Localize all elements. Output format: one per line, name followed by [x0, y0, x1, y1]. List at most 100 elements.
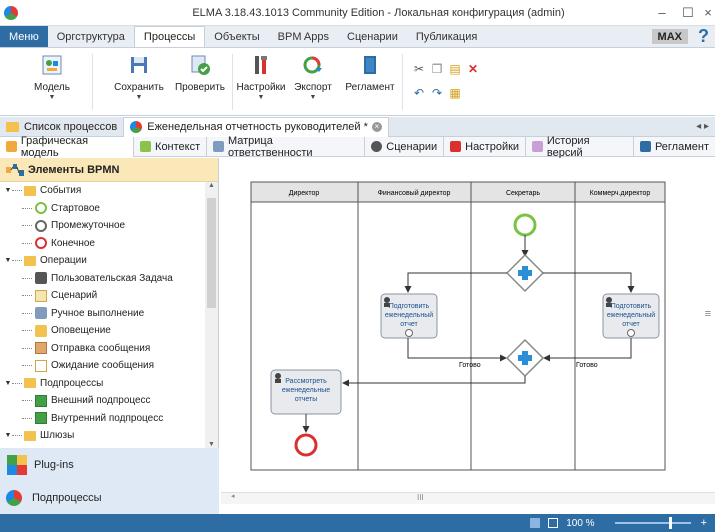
zoom-in-icon[interactable]: +	[701, 517, 707, 529]
wait-message-icon	[35, 359, 47, 372]
minimize-icon[interactable]: –	[649, 5, 675, 20]
lane-finance-director: Финансовый директор	[378, 189, 451, 197]
max-badge[interactable]: MAX	[651, 29, 688, 44]
close-tab-icon[interactable]: ×	[371, 122, 382, 132]
menu-scenarios[interactable]: Сценарии	[338, 26, 407, 47]
bpmn-elements-panel: Элементы BPMN ▼ События Стартовое Промежуто…	[0, 158, 219, 514]
menu-main[interactable]: Меню	[0, 26, 48, 47]
bpmn-diagram: Директор Финансовый директор Секретарь К…	[250, 181, 666, 471]
ribbon-toolbar: Модель ▼ Сохранить ▼ Проверить Настройки…	[0, 48, 715, 116]
tree-scrollbar[interactable]: ▲ ▼	[205, 182, 218, 448]
tree-item[interactable]: Пользовательская Задача	[0, 270, 205, 288]
paste-icon[interactable]: ▤	[448, 62, 462, 76]
folder-icon	[24, 255, 36, 266]
zoom-slider[interactable]	[614, 517, 691, 529]
tree-item[interactable]: Ручное выполнение	[0, 305, 205, 323]
menu-objects[interactable]: Объекты	[205, 26, 268, 47]
tab-scenarios[interactable]: Сценарии	[365, 136, 445, 157]
tree-folder[interactable]: ▼ Шлюзы	[0, 427, 205, 445]
tree-item[interactable]: Внешний подпроцесс	[0, 392, 205, 410]
tree-item-label: Шлюзы	[40, 430, 75, 442]
tree-item[interactable]: Конечное	[0, 235, 205, 253]
accordion-subprocesses[interactable]: Подпроцессы	[0, 481, 219, 514]
delete-icon[interactable]: ✕	[466, 62, 480, 76]
menu-publication[interactable]: Публикация	[407, 26, 486, 47]
tree-item-label: Ручное выполнение	[51, 307, 145, 319]
script-icon	[35, 289, 47, 302]
tree-folder[interactable]: ▼ Операции	[0, 252, 205, 270]
reglament-button[interactable]: Регламент	[340, 54, 400, 93]
model-button[interactable]: Модель ▼	[22, 54, 82, 101]
panel-header: Элементы BPMN	[0, 158, 218, 182]
tree-folder[interactable]: ▼ Подпроцессы	[0, 375, 205, 393]
tab-current-process[interactable]: Еженедельная отчетность руководителей * …	[123, 116, 389, 137]
check-button[interactable]: Проверить	[170, 54, 230, 93]
canvas-resize-handle[interactable]: ≡	[705, 308, 711, 320]
tabs-scroll-icon[interactable]: ◂ ▸	[690, 121, 715, 132]
canvas-hscrollbar[interactable]: ◂ III	[221, 492, 715, 504]
book-icon	[639, 141, 651, 152]
tree-item[interactable]: Ожидание сообщения	[0, 357, 205, 375]
settings-button[interactable]: Настройки ▼	[234, 54, 288, 101]
start-event-icon	[35, 202, 47, 215]
folder-icon	[6, 121, 19, 132]
tree-item-label: Конечное	[51, 237, 95, 249]
tree-item[interactable]: Отправка сообщения	[0, 340, 205, 358]
model-icon	[6, 141, 17, 152]
task-prepare-report-finance[interactable]: Подготовить еженедельный отчет	[380, 293, 438, 339]
tree-item[interactable]: Оповещение	[0, 322, 205, 340]
tab-context[interactable]: Контекст	[134, 136, 208, 157]
menu-bpm-apps[interactable]: BPM Apps	[269, 26, 338, 47]
tab-graphic-model[interactable]: Графическая модель	[0, 135, 135, 159]
expand-toggle-icon[interactable]: ▼	[4, 257, 12, 264]
tab-reglament[interactable]: Регламент	[634, 137, 715, 157]
task-prepare-report-commercial[interactable]: Подготовить еженедельный отчет	[602, 293, 660, 339]
start-event[interactable]	[513, 213, 537, 237]
menu-orgstructure[interactable]: Оргструктура	[48, 26, 134, 47]
cut-icon[interactable]: ✂	[412, 62, 426, 76]
timer-icon	[627, 329, 635, 337]
undo-icon[interactable]: ↶	[412, 86, 426, 100]
expand-toggle-icon[interactable]: ▼	[4, 432, 12, 439]
expand-toggle-icon[interactable]: ▼	[4, 187, 12, 194]
flow-label-done-right: Готово	[576, 362, 598, 369]
menu-processes[interactable]: Процессы	[133, 26, 206, 47]
export-button[interactable]: Экспорт ▼	[290, 54, 336, 101]
task-review-reports[interactable]: Рассмотреть еженедельные отчеты	[270, 369, 342, 415]
grid-icon[interactable]	[530, 518, 541, 528]
accordion-plugins[interactable]: Plug-ins	[0, 448, 219, 481]
tree-item-label: Внутренний подпроцесс	[51, 412, 164, 424]
tree-item[interactable]: Промежуточное	[0, 217, 205, 235]
process-icon	[130, 121, 143, 133]
diagram-canvas[interactable]: Директор Финансовый директор Секретарь К…	[221, 158, 715, 503]
end-event[interactable]	[294, 433, 318, 457]
tab-responsibility-matrix[interactable]: Матрица ответственности	[207, 135, 366, 159]
tree-item-label: Подпроцессы	[40, 377, 104, 389]
tree-item[interactable]: Стартовое	[0, 200, 205, 218]
send-message-icon	[35, 342, 47, 355]
tree-item-label: Ожидание сообщения	[51, 360, 155, 372]
save-button[interactable]: Сохранить ▼	[108, 54, 170, 101]
subprocess-icon	[6, 489, 22, 506]
tree-item-label: Отправка сообщения	[51, 342, 151, 354]
copy-icon[interactable]: ❐	[430, 62, 444, 76]
puzzle-icon	[7, 454, 27, 475]
panel-accordion: Plug-ins Подпроцессы	[0, 448, 219, 514]
help-icon[interactable]: ?	[692, 26, 715, 47]
save-icon	[131, 57, 147, 73]
close-icon[interactable]: ×	[701, 5, 715, 20]
tab-process-list[interactable]: Список процессов	[0, 117, 123, 137]
maximize-icon[interactable]: ☐	[675, 5, 701, 21]
end-event-icon	[35, 237, 47, 250]
redo-icon[interactable]: ↷	[430, 86, 444, 100]
bpmn-icon	[6, 163, 24, 176]
tree-folder[interactable]: ▼ События	[0, 182, 205, 200]
zoom-fit-icon[interactable]	[548, 518, 559, 528]
tab-version-history[interactable]: История версий	[526, 135, 634, 159]
paste-special-icon[interactable]: ▦	[448, 86, 462, 100]
tree-item[interactable]: Внутренний подпроцесс	[0, 410, 205, 428]
expand-toggle-icon[interactable]: ▼	[4, 380, 12, 387]
tree-item-label: Стартовое	[51, 202, 100, 214]
tab-settings[interactable]: Настройки	[444, 136, 527, 157]
tree-item[interactable]: Сценарий	[0, 287, 205, 305]
